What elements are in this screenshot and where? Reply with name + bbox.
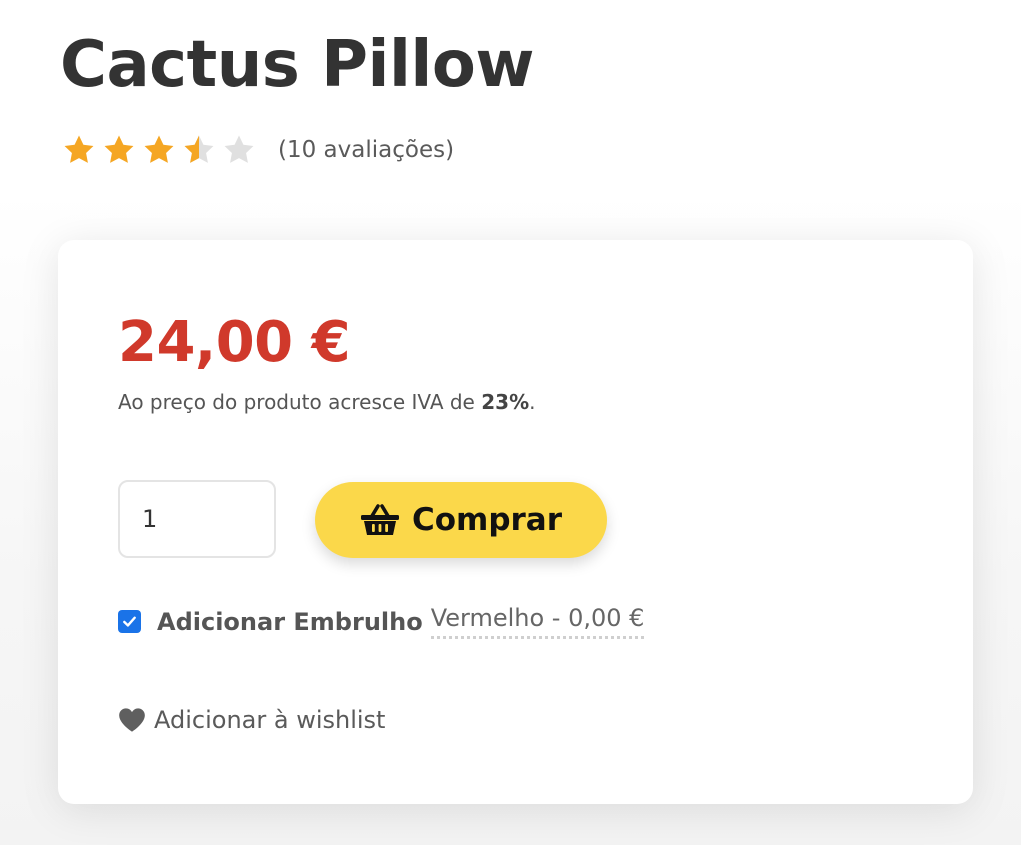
star-empty-icon [224,135,254,163]
add-to-wishlist-link[interactable]: Adicionar à wishlist [118,706,385,734]
gift-wrap-label: Adicionar Embrulho [157,607,423,636]
checkmark-icon [123,616,136,627]
quantity-input[interactable] [118,480,276,558]
buy-button-label: Comprar [411,502,563,538]
wishlist-label: Adicionar à wishlist [154,706,386,734]
vat-note-prefix: Ao preço do produto acresce IVA de [118,390,482,414]
vat-note-suffix: . [529,390,536,414]
vat-rate: 23% [481,390,530,414]
star-full-icon [144,135,174,163]
basket-icon [360,504,399,535]
rating: (10 avaliações) [62,133,454,167]
gift-wrap-option: Adicionar Embrulho Vermelho - 0,00 € [118,604,645,639]
buy-button[interactable]: Comprar [315,482,607,558]
purchase-card: 24,00 € Ao preço do produto acresce IVA … [58,240,973,804]
gift-wrap-checkbox[interactable] [118,610,141,633]
vat-note: Ao preço do produto acresce IVA de 23%. [118,390,535,414]
review-count[interactable]: (10 avaliações) [278,137,454,163]
gift-wrap-variant[interactable]: Vermelho - 0,00 € [430,604,645,639]
star-full-icon [64,135,94,163]
star-half-icon [184,135,214,163]
heart-icon [119,708,145,732]
product-title: Cactus Pillow [60,28,534,102]
product-price: 24,00 € [118,310,351,375]
star-full-icon [104,135,134,163]
